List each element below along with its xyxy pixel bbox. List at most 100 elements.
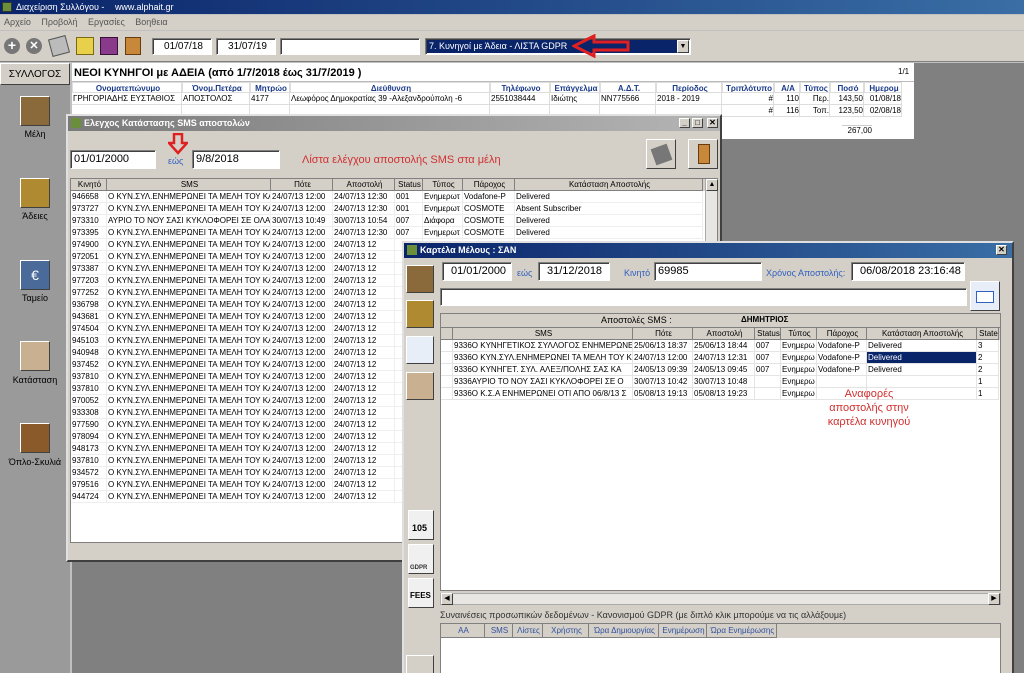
number-105-icon[interactable]: 105 (408, 510, 434, 540)
nav-status-label[interactable]: Κατάσταση (0, 375, 70, 385)
report-row[interactable]: ΓΡΗΓΟΡΙΑΔΗΣ ΕΥΣΤΑΘΙΟΣ ΑΠΟΣΤΟΛΟΣ 4177 Λεωφόρ… (72, 93, 914, 105)
member-dog-icon[interactable] (406, 372, 434, 400)
gdpr-column-header[interactable]: Χρήστης (543, 624, 589, 638)
delete-icon[interactable]: ✕ (26, 38, 42, 54)
status-icon[interactable] (20, 341, 50, 371)
column-header[interactable] (441, 328, 453, 340)
column-header[interactable]: Κινητό (71, 179, 107, 191)
gdpr-column-header[interactable]: Ώρα Δημιουργίας (589, 624, 659, 638)
gdpr-column-header[interactable]: Ώρα Ενημέρωσης (707, 624, 777, 638)
print-icon[interactable] (47, 34, 71, 58)
toolbar-date-from[interactable]: 01/07/18 (152, 38, 212, 55)
member-sms-row[interactable]: 9336Ο ΚΥΝΗΓΕΤ. ΣΥΛ. ΑΛΕΞ/ΠΟΛΗΣ ΣΑΣ ΚΑ 24/… (441, 364, 1000, 376)
gdpr-column-header[interactable]: ΑΑ (441, 624, 485, 638)
sms-print-icon[interactable] (646, 139, 676, 169)
sms-date-to[interactable]: 9/8/2018 (192, 150, 280, 169)
column-header[interactable]: Πότε (633, 328, 693, 340)
gdpr-column-header[interactable]: Ενημέρωση (659, 624, 707, 638)
scroll-up-icon[interactable]: ▲ (706, 179, 718, 191)
licenses-icon[interactable] (20, 178, 50, 208)
member-sms-row[interactable]: 9336Ο ΚΥΝ.ΣΥΛ.ΕΝΗΜΕΡΩΝΕΙ ΤΑ ΜΕΛΗ ΤΟΥ Κ 24… (441, 352, 1000, 364)
column-header[interactable]: Πάροχος (817, 328, 867, 340)
column-header[interactable]: Status (395, 179, 423, 191)
scroll-left-icon[interactable]: ◀ (441, 593, 453, 605)
guns-dogs-icon[interactable] (20, 423, 50, 453)
sms-row[interactable]: 973310 ΑΥΡΙΟ ΤΟ ΝΟΥ ΣΑΣΙ ΚΥΚΛΟΦΟΡΕΙ ΣΕ ΟΛ… (71, 215, 717, 227)
table-cell: 973387 (71, 263, 107, 275)
maximize-button[interactable]: □ (692, 118, 703, 128)
column-header[interactable]: Κατάσταση Αποστολής (867, 328, 977, 340)
sms-row[interactable]: 946658 Ο ΚΥΝ.ΣΥΛ.ΕΝΗΜΕΡΩΝΕΙ ΤΑ ΜΕΛΗ ΤΟΥ Κ… (71, 191, 717, 203)
column-header[interactable]: SMS (453, 328, 633, 340)
exit-icon[interactable] (125, 37, 141, 55)
book-icon[interactable] (100, 37, 118, 55)
close-button[interactable]: ✕ (707, 118, 718, 128)
member-sms-row[interactable]: 9336Ο ΚΥΝΗΓΕΤΙΚΟΣ ΣΥΛΛΟΓΟΣ ΕΝΗΜΕΡΩΝΕ 25/0… (441, 340, 1000, 352)
report-column-header: Επάγγελμα (550, 82, 600, 93)
menu-file[interactable]: Αρχείο (4, 17, 31, 27)
sms-row[interactable]: 973727 Ο ΚΥΝ.ΣΥΛ.ΕΝΗΜΕΡΩΝΕΙ ΤΑ ΜΕΛΗ ΤΟΥ Κ… (71, 203, 717, 215)
column-header[interactable]: State (977, 328, 999, 340)
column-header[interactable]: Πάροχος (463, 179, 515, 191)
send-sms-icon[interactable] (970, 281, 1000, 311)
column-header[interactable]: Τύπος (781, 328, 817, 340)
nav-cashier-label[interactable]: Ταμείο (0, 293, 70, 303)
member-close-button[interactable]: ✕ (996, 245, 1007, 255)
menu-tasks[interactable]: Εργασίες (88, 17, 125, 27)
member-license-icon[interactable] (406, 300, 434, 328)
chevron-down-icon[interactable]: ▼ (677, 40, 689, 53)
mobile-field[interactable]: 69985 (654, 262, 762, 281)
sms-window-title-bar[interactable]: Ελεγχος Κατάστασης SMS αποστολών (68, 116, 720, 131)
column-header[interactable]: Αποστολή (333, 179, 395, 191)
nav-licenses-label[interactable]: Άδειες (0, 211, 70, 221)
member-print-icon[interactable] (406, 655, 434, 673)
menu-view[interactable]: Προβολή (41, 17, 77, 27)
member-hscroll[interactable]: ◀ ▶ (440, 593, 1001, 605)
gdpr-table[interactable]: ΑΑ SMS Λίστες Χρήστης Ώρα Δημιουργίας Ενημέρω… (440, 623, 1001, 673)
toolbar-filter-input[interactable] (280, 38, 420, 55)
sms-message-input[interactable] (440, 288, 967, 306)
member-sms-row[interactable]: 9336ΑΥΡΙΟ ΤΟ ΝΟΥ ΣΑΣΙ ΚΥΚΛΟΦΟΡΕΙ ΣΕ Ο 30/… (441, 376, 1000, 388)
column-header[interactable]: SMS (107, 179, 271, 191)
table-cell: 24/07/13 12:00 (271, 263, 333, 275)
menu-help[interactable]: Βοηθεια (135, 17, 167, 27)
member-date-from[interactable]: 01/01/2000 (442, 262, 512, 281)
member-sms-row[interactable]: 9336Ο Κ.Σ.Α ΕΝΗΜΕΡΩΝΕΙ ΟΤΙ ΑΠΟ 06/8/13 Σ… (441, 388, 1000, 400)
gdpr-column-header[interactable]: SMS (485, 624, 513, 638)
member-photo-icon[interactable] (406, 265, 434, 293)
table-cell: 943681 (71, 311, 107, 323)
sms-date-from[interactable]: 01/01/2000 (70, 150, 156, 169)
cashier-icon[interactable]: € (20, 260, 50, 290)
table-cell: 24/07/13 12 (333, 251, 395, 263)
column-header[interactable]: Status (755, 328, 781, 340)
member-sms-table[interactable]: Αποστολές SMS : ΔΗΜΗΤΡΙΟΣ SMS Πότε Αποστολ… (440, 313, 1001, 591)
table-cell (755, 376, 781, 388)
gdpr-icon[interactable]: GDPR (408, 544, 434, 574)
report-title: ΝΕΟΙ ΚΥΝΗΓΟΙ με ΑΔΕΙΑ (από 1/7/2018 έως … (74, 67, 362, 79)
sms-row[interactable]: 973395 Ο ΚΥΝ.ΣΥΛ.ΕΝΗΜΕΡΩΝΕΙ ΤΑ ΜΕΛΗ ΤΟΥ Κ… (71, 227, 717, 239)
members-icon[interactable] (20, 96, 50, 126)
toolbar-date-to[interactable]: 31/07/19 (216, 38, 276, 55)
add-icon[interactable]: + (4, 38, 20, 54)
column-header[interactable]: Πότε (271, 179, 333, 191)
table-cell: Ο ΚΥΝ.ΣΥΛ.ΕΝΗΜΕΡΩΝΕΙ ΤΑ ΜΕΛΗ ΤΟΥ ΚΑΙ Σ (107, 431, 271, 443)
column-header[interactable]: Αποστολή (693, 328, 755, 340)
send-time-field[interactable]: 06/08/2018 23:16:48 (851, 262, 965, 281)
nav-members-label[interactable]: Μέλη (0, 129, 70, 139)
sms-exit-icon[interactable] (688, 139, 718, 169)
table-cell: 24/07/13 12:00 (271, 191, 333, 203)
column-header[interactable]: Τύπος (423, 179, 463, 191)
minimize-button[interactable]: _ (679, 118, 690, 128)
table-cell: Vodafone-P (817, 364, 867, 376)
gdpr-column-header[interactable]: Λίστες (513, 624, 543, 638)
fees-icon[interactable]: FEES (408, 578, 434, 608)
member-sms-icon[interactable] (406, 336, 434, 364)
query-select[interactable]: 7. Κυνηγοί με Άδεια - ΛΙΣΤΑ GDPR ▼ (425, 38, 691, 55)
member-date-to[interactable]: 31/12/2018 (538, 262, 610, 281)
scroll-right-icon[interactable]: ▶ (988, 593, 1000, 605)
nav-guns-dogs-label[interactable]: Όπλο-Σκυλιά (0, 457, 70, 467)
member-window-title-bar[interactable]: Καρτέλα Μέλους : ΣΑΝ (404, 243, 1012, 258)
notes-icon[interactable] (76, 37, 94, 55)
table-cell: COSMOTE (463, 227, 515, 239)
column-header[interactable]: Κατάσταση Αποστολής (515, 179, 703, 191)
